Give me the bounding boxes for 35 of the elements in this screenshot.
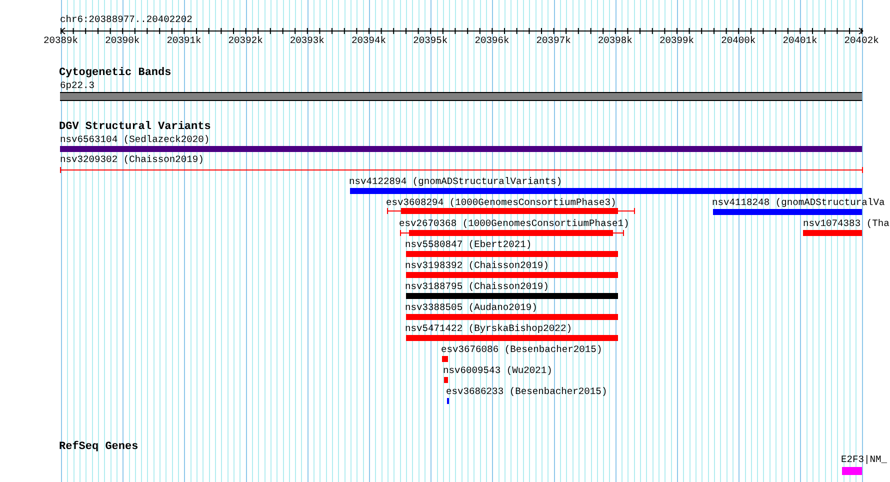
tick-label: 20389k bbox=[44, 35, 78, 47]
feature-label: nsv1074383 (Tha bbox=[803, 218, 890, 230]
feature-label: nsv6563104 (Sedlazeck2020) bbox=[60, 134, 210, 146]
track-title: DGV Structural Variants bbox=[59, 121, 211, 133]
feature-label: nsv3388505 (Audano2019) bbox=[405, 302, 538, 314]
tick-label: 20400k bbox=[721, 35, 756, 47]
tick-label: 20397k bbox=[536, 35, 571, 47]
tick-label: 20401k bbox=[782, 35, 818, 47]
feature-label: esv3686233 (Besenbacher2015) bbox=[446, 386, 608, 398]
feature-label: E2F3|NM_ bbox=[841, 454, 888, 466]
tick-label: 20399k bbox=[660, 35, 694, 47]
feature-label: 6p22.3 bbox=[60, 80, 95, 92]
tick-label: 20393k bbox=[290, 35, 324, 47]
feature-label: esv3676086 (Besenbacher2015) bbox=[441, 344, 602, 356]
feature-label: nsv4118248 (gnomADStructuralVa bbox=[712, 197, 885, 209]
feature-label: nsv3198392 (Chaisson2019) bbox=[405, 260, 549, 272]
tick-label: 20392k bbox=[228, 35, 263, 47]
tick-label: 20398k bbox=[598, 35, 632, 47]
track-title: Cytogenetic Bands bbox=[59, 67, 172, 79]
tick-label: 20391k bbox=[166, 35, 202, 47]
feature-label: nsv3209302 (Chaisson2019) bbox=[60, 154, 204, 166]
tick-label: 20395k bbox=[413, 35, 448, 47]
feature-label: nsv3188795 (Chaisson2019) bbox=[405, 281, 549, 293]
feature-label: nsv5580847 (Ebert2021) bbox=[405, 239, 532, 251]
feature-label: nsv4122894 (gnomADStructuralVariants) bbox=[349, 176, 562, 188]
tick-label: 20402k bbox=[844, 35, 879, 47]
feature-label: nsv5471422 (ByrskaBishop2022) bbox=[405, 323, 572, 335]
tick-label: 20396k bbox=[474, 35, 510, 47]
feature-label: nsv6009543 (Wu2021) bbox=[443, 365, 552, 377]
feature-label: esv2670368 (1000GenomesConsortiumPhase1) bbox=[399, 218, 630, 230]
tick-label: 20390k bbox=[105, 35, 140, 47]
track-title: RefSeq Genes bbox=[59, 441, 138, 453]
feature-label: esv3608294 (1000GenomesConsortiumPhase3) bbox=[386, 197, 616, 209]
tick-label: 20394k bbox=[352, 35, 386, 47]
location-label: chr6:20388977..20402202 bbox=[60, 14, 192, 26]
